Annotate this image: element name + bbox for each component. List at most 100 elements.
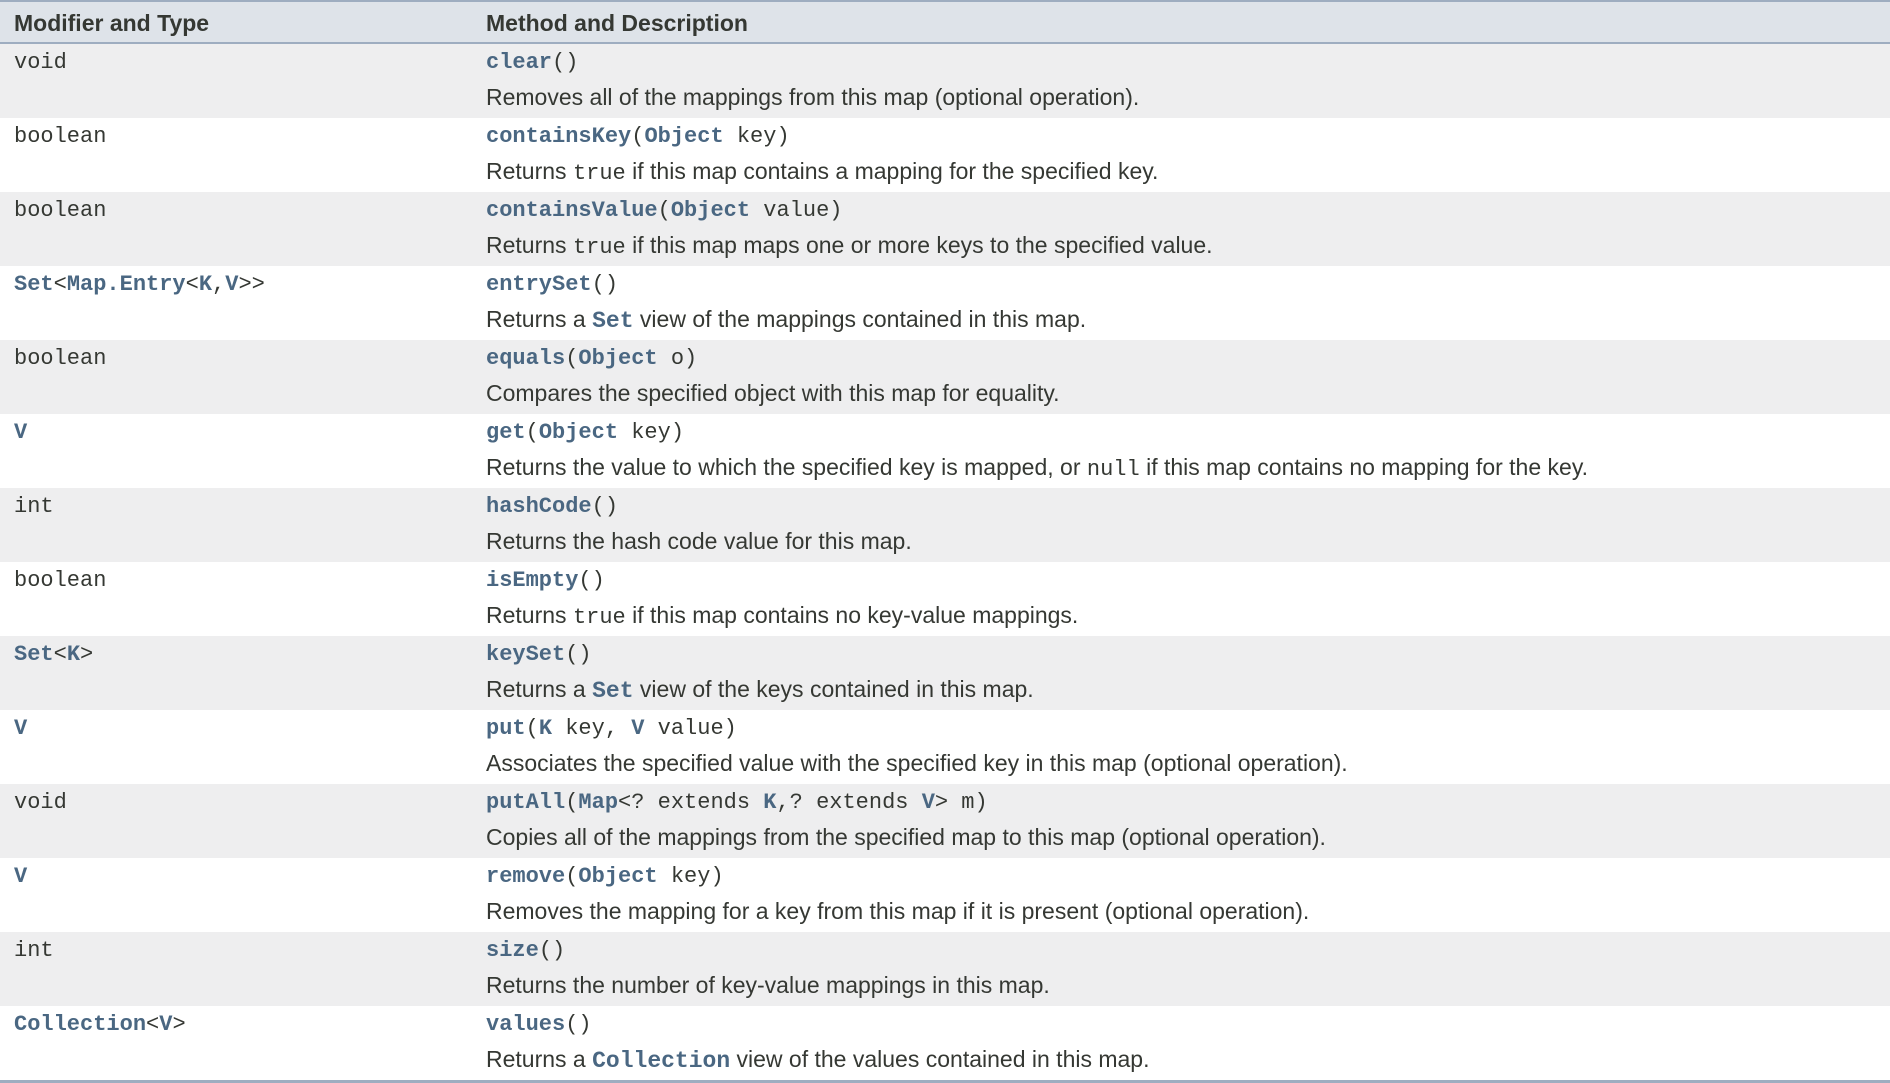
signature-text: >	[80, 642, 94, 667]
modifier-type-cell: V	[14, 716, 27, 741]
signature-text: ()	[591, 494, 619, 519]
method-signature: get(Object key)	[486, 420, 684, 445]
signature-text: key,	[552, 716, 632, 741]
signature-text: o)	[657, 346, 698, 371]
method-name-link[interactable]: putAll	[486, 790, 565, 815]
type-link[interactable]: Collection	[592, 1048, 730, 1074]
description-text: if this map contains a mapping for the s…	[625, 158, 1159, 184]
signature-text: (	[565, 346, 579, 371]
method-signature: put(K key, V value)	[486, 716, 737, 741]
table-row: int size() Returns the number of key-value…	[0, 932, 1890, 1006]
type-link[interactable]: Set	[592, 678, 633, 704]
description-text: Returns a	[486, 676, 593, 702]
method-description: Returns a Set view of the keys contained…	[486, 676, 1034, 704]
table-row: int hashCode() Returns the hash code value…	[0, 488, 1890, 562]
signature-text: key)	[723, 124, 790, 149]
method-description: Returns a Set view of the mappings conta…	[486, 306, 1086, 334]
description-text: Returns a	[486, 306, 593, 332]
type-link[interactable]: V	[225, 272, 238, 297]
type-link[interactable]: Object	[539, 420, 618, 445]
method-signature: entrySet()	[486, 272, 618, 297]
signature-text: <	[53, 272, 67, 297]
modifier-type-cell: boolean	[14, 198, 106, 223]
modifier-type-cell: void	[14, 50, 67, 75]
type-link[interactable]: V	[14, 864, 27, 889]
signature-text: key)	[657, 864, 724, 889]
description-text: if this map contains no mapping for the …	[1139, 454, 1588, 480]
type-link[interactable]: K	[199, 272, 212, 297]
signature-text: (	[657, 198, 671, 223]
signature-text: boolean	[14, 346, 107, 371]
type-link[interactable]: Object	[644, 124, 723, 149]
description-text: Returns the value to which the specified…	[486, 454, 1087, 480]
modifier-type-cell: V	[14, 864, 27, 889]
type-link[interactable]: K	[67, 642, 80, 667]
method-signature: containsValue(Object value)	[486, 198, 842, 223]
type-link[interactable]: K	[539, 716, 552, 741]
method-name-link[interactable]: entrySet	[486, 272, 592, 297]
modifier-type-cell: boolean	[14, 568, 106, 593]
signature-text: (	[631, 124, 645, 149]
inline-code: true	[572, 605, 626, 630]
type-link[interactable]: V	[14, 716, 27, 741]
type-link[interactable]: K	[763, 790, 776, 815]
type-link[interactable]: V	[922, 790, 935, 815]
method-name-link[interactable]: clear	[486, 50, 552, 75]
type-link[interactable]: V	[14, 420, 27, 445]
table-row: Vput(K key, V value) Associates the speci…	[0, 710, 1890, 784]
type-link[interactable]: Object	[578, 346, 657, 371]
description-text: Associates the specified value with the …	[486, 750, 1348, 776]
type-link[interactable]: Set	[14, 272, 54, 297]
modifier-type-cell: Set<K>	[14, 642, 93, 667]
method-name-link[interactable]: remove	[486, 864, 565, 889]
signature-text: boolean	[14, 198, 107, 223]
description-text: Copies all of the mappings from the spec…	[486, 824, 1326, 850]
table-row: void putAll(Map<? extends K,? extends V> …	[0, 784, 1890, 858]
signature-text: boolean	[14, 568, 107, 593]
signature-text: int	[14, 494, 54, 519]
type-link[interactable]: Object	[578, 864, 657, 889]
description-text: view of the mappings contained in this m…	[633, 306, 1087, 332]
table-header: Modifier and Type Method and Description	[0, 2, 1890, 44]
description-text: view of the values contained in this map…	[730, 1046, 1150, 1072]
type-link[interactable]: V	[159, 1012, 172, 1037]
signature-text: <	[185, 272, 199, 297]
column-header-method-description: Method and Description	[486, 10, 748, 36]
method-name-link[interactable]: size	[486, 938, 539, 963]
table-body: void clear() Removes all of the mappings f…	[0, 44, 1890, 1080]
method-name-link[interactable]: get	[486, 420, 526, 445]
method-description: Returns true if this map contains a mapp…	[486, 158, 1158, 186]
method-name-link[interactable]: values	[486, 1012, 565, 1037]
type-link[interactable]: Set	[592, 308, 633, 334]
method-description: Associates the specified value with the …	[486, 750, 1348, 777]
type-link[interactable]: Map	[578, 790, 618, 815]
method-name-link[interactable]: isEmpty	[486, 568, 578, 593]
method-name-link[interactable]: keySet	[486, 642, 565, 667]
type-link[interactable]: Set	[14, 642, 54, 667]
table-row: boolean isEmpty() Returns true if this map…	[0, 562, 1890, 636]
method-signature: clear()	[486, 50, 578, 75]
method-description: Returns the hash code value for this map…	[486, 528, 912, 555]
inline-code: null	[1086, 457, 1140, 482]
signature-text: (	[565, 864, 579, 889]
method-signature: remove(Object key)	[486, 864, 724, 889]
method-signature: containsKey(Object key)	[486, 124, 790, 149]
signature-text: >	[172, 1012, 186, 1037]
type-link[interactable]: Collection	[14, 1012, 146, 1037]
method-signature: isEmpty()	[486, 568, 605, 593]
type-link[interactable]: Map.Entry	[67, 272, 186, 297]
description-text: Compares the specified object with this …	[486, 380, 1060, 406]
description-text: Returns a	[486, 1046, 593, 1072]
method-name-link[interactable]: hashCode	[486, 494, 592, 519]
method-name-link[interactable]: equals	[486, 346, 565, 371]
signature-text: ()	[538, 938, 566, 963]
description-text: Removes all of the mappings from this ma…	[486, 84, 1140, 110]
type-link[interactable]: V	[631, 716, 644, 741]
method-name-link[interactable]: containsValue	[486, 198, 658, 223]
method-description: Returns true if this map maps one or mor…	[486, 232, 1213, 260]
method-name-link[interactable]: put	[486, 716, 526, 741]
type-link[interactable]: Object	[671, 198, 750, 223]
method-name-link[interactable]: containsKey	[486, 124, 631, 149]
modifier-type-cell: Collection<V>	[14, 1012, 186, 1037]
table-row: Set<K> keySet() Returns a Set view of the …	[0, 636, 1890, 710]
